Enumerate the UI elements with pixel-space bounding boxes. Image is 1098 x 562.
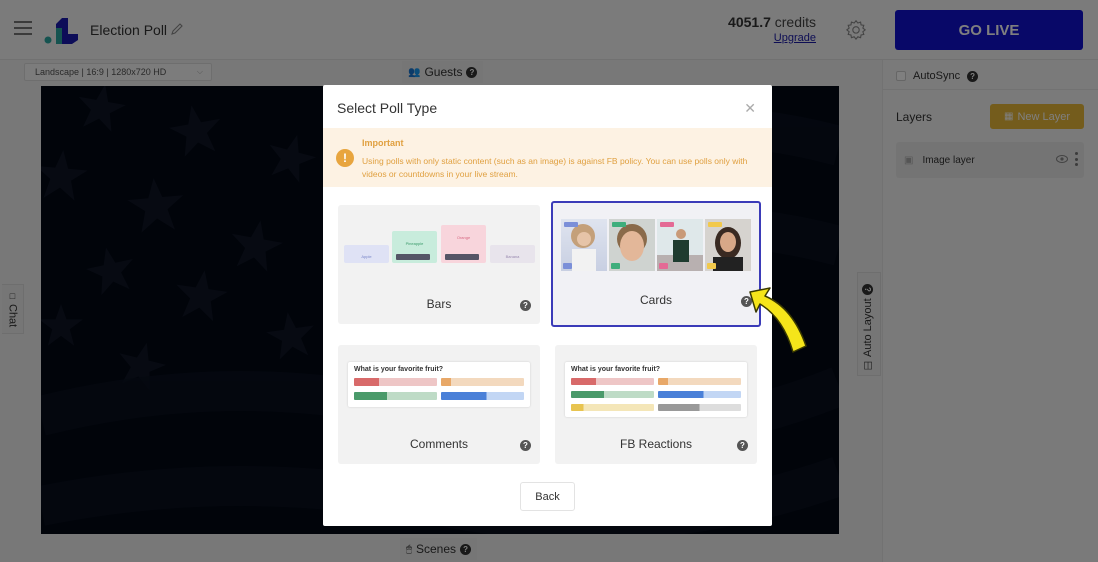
help-icon[interactable]: ? [520, 300, 531, 311]
preview-bar [571, 391, 654, 398]
poll-type-fb-reactions[interactable]: What is your favorite fruit? FB Reaction… [555, 345, 757, 464]
select-poll-type-dialog: Select Poll Type ✕ ! Important Using pol… [323, 85, 772, 526]
bars-preview-option: Banana [490, 245, 535, 263]
cards-preview-image [553, 203, 759, 283]
warning-text: Using polls with only static content (su… [362, 156, 748, 179]
preview-question: What is your favorite fruit? [571, 366, 661, 373]
poll-type-cards[interactable]: Cards ? [551, 201, 761, 327]
preview-bar [658, 391, 741, 398]
bars-preview-option: Apple [344, 245, 389, 263]
avatars-strip [396, 254, 430, 260]
card-photo [657, 219, 703, 271]
card-photo [609, 219, 655, 271]
card-label: Comments [409, 437, 468, 451]
bars-preview-image: Apple Pineapple Orange Banana [338, 205, 540, 285]
annotation-arrow-icon [749, 287, 807, 353]
preview-bar [571, 404, 654, 411]
exclamation-icon: ! [336, 149, 354, 167]
preview-bar [658, 404, 741, 411]
preview-bar [441, 392, 524, 400]
poll-type-bars[interactable]: Apple Pineapple Orange Banana Bars ? [338, 205, 540, 324]
warning-title: Important [362, 138, 404, 148]
comments-preview-image: What is your favorite fruit? [348, 362, 530, 407]
back-button[interactable]: Back [520, 482, 575, 511]
fb-reactions-preview-image: What is your favorite fruit? [565, 362, 747, 417]
card-label: Cards [639, 293, 672, 307]
avatars-strip [445, 254, 479, 260]
help-icon[interactable]: ? [520, 440, 531, 451]
preview-question: What is your favorite fruit? [354, 366, 444, 373]
preview-bar [354, 378, 437, 386]
preview-bar [354, 392, 437, 400]
card-label: Bars [426, 297, 452, 311]
card-label: FB Reactions [619, 437, 693, 451]
help-icon[interactable]: ? [737, 440, 748, 451]
close-icon[interactable]: ✕ [744, 101, 756, 115]
preview-bar [658, 378, 741, 385]
preview-bar [441, 378, 524, 386]
dialog-title: Select Poll Type [337, 100, 438, 116]
card-photo [705, 219, 751, 271]
warning-banner: ! Important Using polls with only static… [323, 128, 772, 187]
preview-bar [571, 378, 654, 385]
app-root: Election Poll 4051.7 credits Upgrade GO … [0, 0, 1098, 562]
poll-type-comments[interactable]: What is your favorite fruit? Comments ? [338, 345, 540, 464]
card-photo [561, 219, 607, 271]
